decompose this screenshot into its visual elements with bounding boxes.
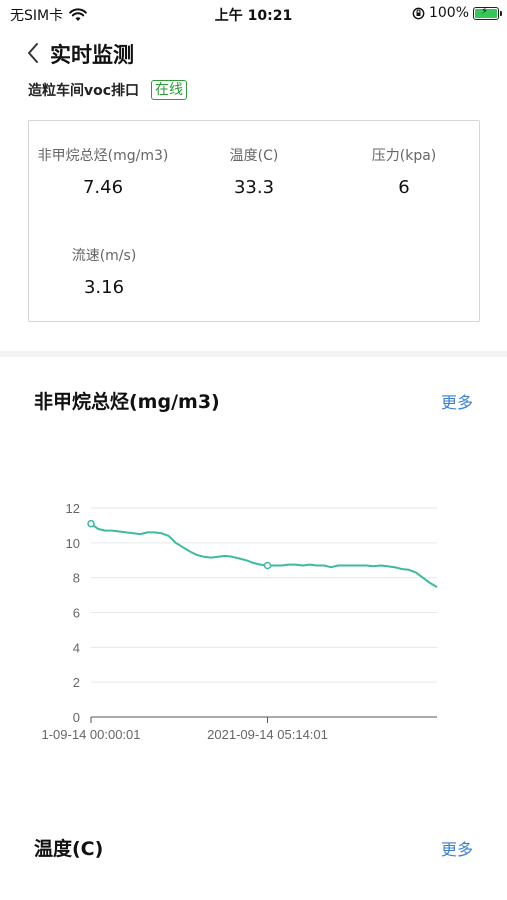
metric-label: 流速(m/s) (71, 248, 137, 264)
metric-label: 压力(kpa) (371, 148, 437, 164)
site-name: 造粒车间voc排口 (28, 83, 140, 99)
metric-value: 33.3 (233, 177, 275, 198)
y-tick-label: 10 (66, 536, 80, 551)
y-tick-label: 2 (73, 675, 80, 690)
battery-icon: ⚡ (473, 5, 502, 20)
section-title-nmhc: 非甲烷总烃(mg/m3) (34, 391, 220, 413)
data-point (87, 519, 95, 528)
y-tick-label: 4 (73, 640, 80, 655)
metric-label: 温度(C) (229, 148, 279, 164)
y-tick-label: 0 (73, 710, 80, 725)
section-divider (0, 351, 507, 357)
metric-nmhc: 非甲烷总烃(mg/m3) 7.46 (33, 145, 173, 198)
section-title-temperature: 温度(C) (34, 838, 104, 860)
readings-card: 非甲烷总烃(mg/m3) 7.46 温度(C) 33.3 压力(kpa) 6 流… (28, 120, 480, 322)
charging-icon: ⚡ (481, 5, 489, 17)
metric-flow: 流速(m/s) 3.16 (54, 245, 154, 298)
data-point (263, 561, 272, 570)
metric-temperature: 温度(C) 33.3 (204, 145, 304, 198)
y-tick-label: 8 (73, 571, 80, 586)
more-link-nmhc[interactable]: 更多 (441, 389, 473, 413)
metric-label: 非甲烷总烃(mg/m3) (37, 148, 169, 164)
nav-bar: 实时监测 (0, 36, 507, 70)
x-tick-label: 1-09-14 00:00:01 (41, 727, 140, 742)
page-title: 实时监测 (50, 43, 134, 67)
status-bar: 无SIM卡 上午 10:21 100% ⚡ (0, 0, 507, 28)
site-row: 造粒车间voc排口 在线 (28, 80, 188, 100)
status-badge: 在线 (151, 80, 188, 100)
y-tick-label: 12 (66, 501, 80, 516)
orientation-lock-icon (412, 7, 425, 19)
nmhc-line-chart: 0 2 4 6 8 10 12 1-09-14 00:00:01 2021-09-14 05:1… (41, 501, 438, 742)
back-icon[interactable] (24, 41, 44, 65)
metric-value: 7.46 (82, 177, 124, 198)
metric-value: 6 (398, 177, 410, 198)
battery-percent: 100% (428, 5, 469, 21)
y-tick-label: 6 (73, 606, 80, 621)
status-right: 100% ⚡ (412, 5, 502, 21)
metric-value: 3.16 (83, 277, 125, 298)
more-link-temperature[interactable]: 更多 (441, 836, 473, 860)
metric-pressure: 压力(kpa) 6 (354, 145, 454, 198)
x-tick-label: 2021-09-14 05:14:01 (207, 727, 328, 742)
